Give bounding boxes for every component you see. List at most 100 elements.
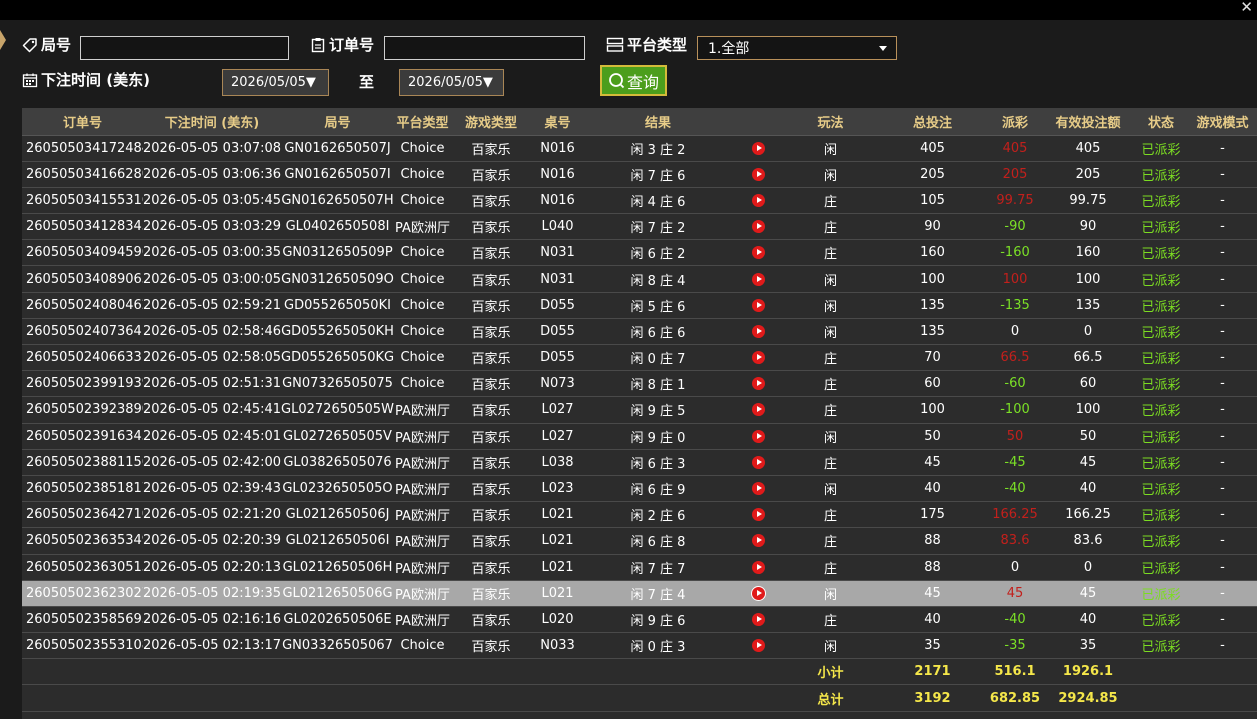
cell-state: 已派彩 bbox=[1134, 187, 1188, 215]
cell-total: 135 bbox=[877, 292, 988, 319]
cell-round: GL0272650505V bbox=[281, 423, 394, 450]
play-replay-icon[interactable] bbox=[751, 141, 765, 155]
col-header-mode[interactable]: 游戏模式 bbox=[1188, 108, 1257, 136]
date-to-select[interactable]: 2026/05/05▼ bbox=[399, 69, 504, 96]
cell-valid: 160 bbox=[1042, 239, 1134, 267]
table-row[interactable]: 260505034172484 2026-05-05 03:07:08 GN0162… bbox=[22, 135, 1257, 162]
table-row[interactable]: 260505023881156 2026-05-05 02:42:00 GL0382… bbox=[22, 449, 1257, 476]
play-replay-icon[interactable] bbox=[751, 586, 765, 600]
cell-bet: 闲 bbox=[784, 265, 877, 293]
col-header-table[interactable]: 桌号 bbox=[531, 108, 584, 136]
order-input[interactable] bbox=[384, 36, 585, 60]
table-row[interactable]: 260505023642710 2026-05-05 02:21:20 GL0212… bbox=[22, 501, 1257, 529]
cell-bet: 闲 bbox=[784, 632, 877, 660]
table-row[interactable]: 260505034094596 2026-05-05 03:00:35 GN0312… bbox=[22, 239, 1257, 267]
cell-platform: PA欧洲厅 bbox=[394, 580, 451, 607]
cell-payout: -90 bbox=[988, 213, 1042, 241]
play-replay-icon[interactable] bbox=[751, 167, 765, 181]
table-row[interactable]: 260505023991939 2026-05-05 02:51:31 GN0732… bbox=[22, 370, 1257, 398]
col-header-time[interactable]: 下注时间 (美东) bbox=[143, 108, 281, 136]
cell-valid: 99.75 bbox=[1042, 187, 1134, 215]
table-header-row: 订单号 下注时间 (美东) 局号 平台类型 游戏类型 桌号 结果 玩法 总投注 … bbox=[22, 108, 1257, 136]
table-row[interactable]: 260505024073641 2026-05-05 02:58:46 GD0552… bbox=[22, 318, 1257, 346]
play-replay-icon[interactable] bbox=[751, 351, 765, 365]
table-row[interactable]: 260505034128343 2026-05-05 03:03:29 GL0402… bbox=[22, 213, 1257, 241]
cell-bet: 庄 bbox=[784, 501, 877, 529]
play-replay-icon[interactable] bbox=[751, 429, 765, 443]
table-row[interactable]: 260505024080462 2026-05-05 02:59:21 GD0552… bbox=[22, 292, 1257, 319]
play-replay-icon[interactable] bbox=[751, 298, 765, 312]
panel-toggle-arrow-icon[interactable] bbox=[0, 30, 6, 50]
col-header-valid[interactable]: 有效投注额 bbox=[1042, 108, 1134, 136]
col-header-order[interactable]: 订单号 bbox=[22, 108, 143, 136]
cell-valid: 100 bbox=[1042, 396, 1134, 424]
play-replay-icon[interactable] bbox=[751, 220, 765, 234]
cell-game: 百家乐 bbox=[451, 423, 531, 450]
table-row[interactable]: 260505024066331 2026-05-05 02:58:05 GD0552… bbox=[22, 344, 1257, 372]
play-replay-icon[interactable] bbox=[751, 612, 765, 626]
cell-table: N033 bbox=[531, 632, 584, 660]
col-header-game[interactable]: 游戏类型 bbox=[451, 108, 531, 136]
table-row[interactable]: 260505023851817 2026-05-05 02:39:43 GL0232… bbox=[22, 475, 1257, 503]
cell-mode: - bbox=[1188, 606, 1257, 634]
cell-state: 已派彩 bbox=[1134, 606, 1188, 634]
cell-total: 60 bbox=[877, 370, 988, 398]
col-header-payout[interactable]: 派彩 bbox=[988, 108, 1042, 136]
cell-result: 闲 9 庄 0 bbox=[584, 423, 732, 450]
cell-state: 已派彩 bbox=[1134, 239, 1188, 267]
cell-replay bbox=[732, 554, 784, 581]
cell-game: 百家乐 bbox=[451, 527, 531, 555]
cell-payout: 99.75 bbox=[988, 187, 1042, 215]
cell-time: 2026-05-05 02:45:01 bbox=[143, 423, 281, 450]
cell-replay bbox=[732, 344, 784, 372]
table-row[interactable]: 260505023635349 2026-05-05 02:20:39 GL0212… bbox=[22, 527, 1257, 555]
play-replay-icon[interactable] bbox=[751, 377, 765, 391]
play-replay-icon[interactable] bbox=[751, 508, 765, 522]
col-header-bet[interactable]: 玩法 bbox=[784, 108, 877, 136]
cell-game: 百家乐 bbox=[451, 239, 531, 267]
play-replay-icon[interactable] bbox=[751, 534, 765, 548]
col-header-result[interactable]: 结果 bbox=[584, 108, 732, 136]
table-row[interactable]: 260505023630513 2026-05-05 02:20:13 GL0212… bbox=[22, 554, 1257, 581]
platform-select[interactable]: 1.全部 bbox=[697, 36, 897, 60]
col-header-total[interactable]: 总投注 bbox=[877, 108, 988, 136]
play-replay-icon[interactable] bbox=[751, 455, 765, 469]
play-replay-icon[interactable] bbox=[751, 193, 765, 207]
play-replay-icon[interactable] bbox=[751, 482, 765, 496]
cell-replay bbox=[732, 135, 784, 162]
cell-round: GL0202650506E bbox=[281, 606, 394, 634]
cell-round: GN0312650509O bbox=[281, 265, 394, 293]
table-row[interactable]: 260505034089063 2026-05-05 03:00:05 GN0312… bbox=[22, 265, 1257, 293]
cell-payout: 166.25 bbox=[988, 501, 1042, 529]
play-replay-icon[interactable] bbox=[751, 272, 765, 286]
close-icon[interactable]: ✕ bbox=[1240, 0, 1253, 16]
table-row[interactable]: 260505034166280 2026-05-05 03:06:36 GN0162… bbox=[22, 161, 1257, 188]
query-button[interactable]: 查询 bbox=[600, 65, 667, 96]
table-row[interactable]: 260505034155316 2026-05-05 03:05:45 GN0162… bbox=[22, 187, 1257, 215]
table-row[interactable]: 260505023553108 2026-05-05 02:13:17 GN0332… bbox=[22, 632, 1257, 660]
cell-replay bbox=[732, 292, 784, 319]
cell-time: 2026-05-05 02:20:39 bbox=[143, 527, 281, 555]
col-header-round[interactable]: 局号 bbox=[281, 108, 394, 136]
cell-valid: 83.6 bbox=[1042, 527, 1134, 555]
cell-platform: Choice bbox=[394, 135, 451, 162]
date-from-select[interactable]: 2026/05/05▼ bbox=[222, 69, 329, 96]
col-header-state[interactable]: 状态 bbox=[1134, 108, 1188, 136]
cell-valid: 0 bbox=[1042, 554, 1134, 581]
cell-result: 闲 5 庄 6 bbox=[584, 292, 732, 319]
round-input[interactable] bbox=[80, 36, 289, 60]
play-replay-icon[interactable] bbox=[751, 639, 765, 653]
play-replay-icon[interactable] bbox=[751, 560, 765, 574]
col-header-platform[interactable]: 平台类型 bbox=[394, 108, 451, 136]
cell-result: 闲 8 庄 1 bbox=[584, 370, 732, 398]
table-row[interactable]: 260505023585693 2026-05-05 02:16:16 GL0202… bbox=[22, 606, 1257, 634]
cell-platform: PA欧洲厅 bbox=[394, 396, 451, 424]
play-replay-icon[interactable] bbox=[751, 324, 765, 338]
play-replay-icon[interactable] bbox=[751, 403, 765, 417]
table-row[interactable]: 260505023916345 2026-05-05 02:45:01 GL0272… bbox=[22, 423, 1257, 450]
play-replay-icon[interactable] bbox=[751, 246, 765, 260]
table-row[interactable]: 260505023923890 2026-05-05 02:45:41 GL0272… bbox=[22, 396, 1257, 424]
cell-replay bbox=[732, 370, 784, 398]
cell-bet: 庄 bbox=[784, 213, 877, 241]
table-row[interactable]: 260505023623027 2026-05-05 02:19:35 GL0212… bbox=[22, 580, 1257, 607]
